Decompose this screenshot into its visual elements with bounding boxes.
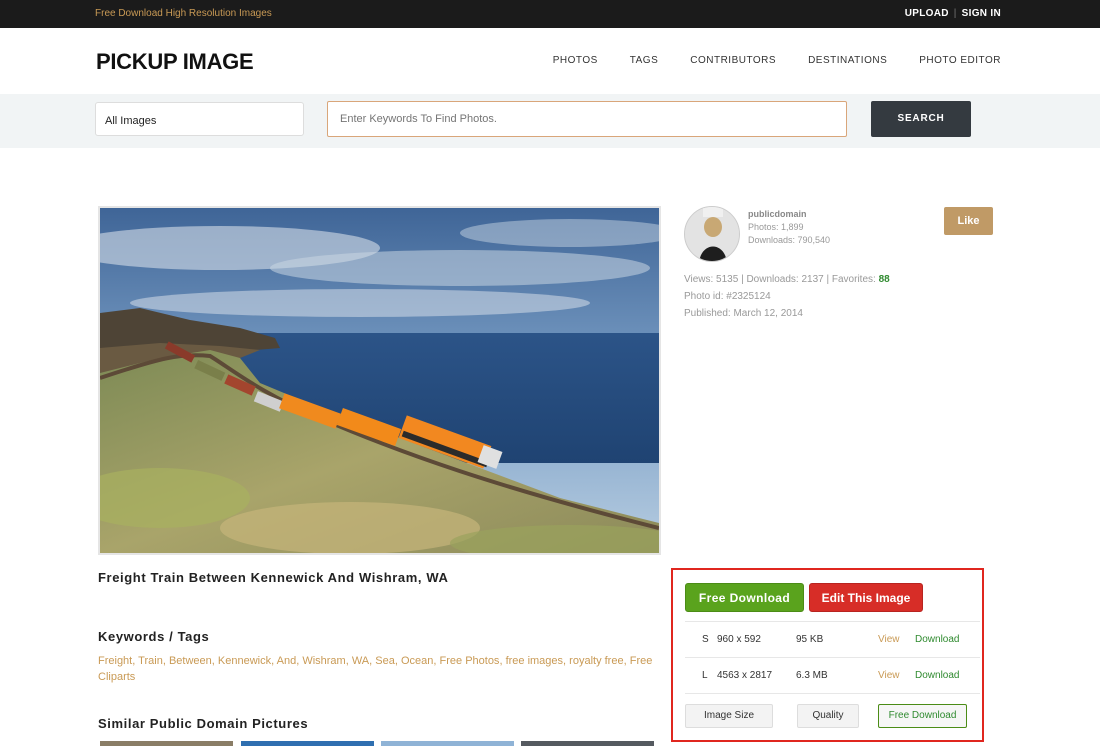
quality-button[interactable]: Quality — [797, 704, 859, 728]
nav-photos[interactable]: PHOTOS — [553, 55, 598, 66]
search-input[interactable] — [327, 101, 847, 137]
favorites-count: 88 — [878, 274, 890, 285]
top-bar: Free Download High Resolution Images UPL… — [0, 0, 1100, 28]
stats-counts-text: Views: 5135 | Downloads: 2137 | Favorite… — [684, 274, 879, 285]
divider: | — [953, 8, 957, 19]
tag-link[interactable]: royalty free — [569, 655, 623, 667]
main-photo[interactable] — [98, 206, 661, 555]
size-dimensions: 4563 x 2817 — [717, 670, 773, 681]
download-panel: Free Download Edit This Image S 960 x 59… — [671, 568, 984, 742]
author-photos-count: Photos: 1,899 — [748, 222, 804, 232]
nav-contributors[interactable]: CONTRIBUTORS — [690, 55, 776, 66]
tag-link[interactable]: Wishram — [302, 655, 345, 667]
site-logo[interactable]: PICKUP IMAGE — [96, 49, 254, 75]
sign-in-link[interactable]: SIGN IN — [962, 8, 1001, 19]
view-link[interactable]: View — [878, 634, 900, 645]
similar-thumbnail[interactable] — [100, 741, 233, 746]
tag-link[interactable]: Kennewick — [218, 655, 271, 667]
file-size: 95 KB — [796, 634, 824, 645]
avatar-image — [685, 207, 739, 261]
nav-tags[interactable]: TAGS — [630, 55, 658, 66]
similar-thumbnail[interactable] — [381, 741, 514, 746]
keywords-heading: Keywords / Tags — [98, 629, 210, 644]
free-download-small-button[interactable]: Free Download — [878, 704, 967, 728]
similar-heading: Similar Public Domain Pictures — [98, 716, 309, 731]
download-link[interactable]: Download — [915, 634, 959, 645]
like-button[interactable]: Like — [944, 207, 993, 235]
tag-link[interactable]: Sea — [375, 655, 395, 667]
tag-list: Freight, Train, Between, Kennewick, And,… — [98, 655, 653, 683]
edit-image-button[interactable]: Edit This Image — [809, 583, 923, 612]
author-info: publicdomain Photos: 1,899 Downloads: 79… — [748, 208, 830, 247]
published-date: Published: March 12, 2014 — [684, 308, 803, 319]
site-tagline: Free Download High Resolution Images — [95, 8, 272, 19]
photo-id: Photo id: #2325124 — [684, 291, 771, 302]
author-name[interactable]: publicdomain — [748, 208, 830, 221]
site-header: PICKUP IMAGE PHOTOS TAGS CONTRIBUTORS DE… — [0, 28, 1100, 94]
similar-thumbnails — [100, 741, 660, 746]
account-links: UPLOAD | SIGN IN — [905, 8, 1001, 19]
tag-link[interactable]: And — [277, 655, 297, 667]
tag-link[interactable]: Ocean — [401, 655, 433, 667]
tag-link[interactable]: Free Photos — [440, 655, 500, 667]
size-code: L — [702, 670, 708, 681]
tag-link[interactable]: Between — [169, 655, 212, 667]
photo-stats: Views: 5135 | Downloads: 2137 | Favorite… — [684, 271, 890, 322]
tag-link[interactable]: free images — [506, 655, 563, 667]
tag-link[interactable]: WA — [352, 655, 369, 667]
divider — [685, 693, 980, 694]
free-download-button[interactable]: Free Download — [685, 583, 804, 612]
train-photo-image — [100, 208, 659, 553]
nav-destinations[interactable]: DESTINATIONS — [808, 55, 887, 66]
size-dimensions: 960 x 592 — [717, 634, 761, 645]
nav-photo-editor[interactable]: PHOTO EDITOR — [919, 55, 1001, 66]
tag-link[interactable]: Freight — [98, 655, 132, 667]
file-size: 6.3 MB — [796, 670, 828, 681]
image-size-button[interactable]: Image Size — [685, 704, 773, 728]
category-select[interactable]: All Images — [95, 102, 304, 136]
size-row-small: S 960 x 592 95 KB View Download — [685, 621, 980, 657]
stats-counts: Views: 5135 | Downloads: 2137 | Favorite… — [684, 271, 890, 288]
upload-link[interactable]: UPLOAD — [905, 8, 949, 19]
size-row-large: L 4563 x 2817 6.3 MB View Download — [685, 657, 980, 693]
main-nav: PHOTOS TAGS CONTRIBUTORS DESTINATIONS PH… — [521, 55, 1001, 66]
search-bar: All Images SEARCH — [0, 94, 1100, 148]
similar-thumbnail[interactable] — [241, 741, 374, 746]
tag-link[interactable]: Train — [138, 655, 163, 667]
author-downloads-count: Downloads: 790,540 — [748, 235, 831, 245]
view-link[interactable]: View — [878, 670, 900, 681]
photo-title: Freight Train Between Kennewick And Wish… — [98, 570, 449, 585]
search-button[interactable]: SEARCH — [871, 101, 971, 137]
download-link[interactable]: Download — [915, 670, 959, 681]
author-avatar[interactable] — [684, 206, 740, 262]
similar-thumbnail[interactable] — [521, 741, 654, 746]
size-code: S — [702, 634, 709, 645]
